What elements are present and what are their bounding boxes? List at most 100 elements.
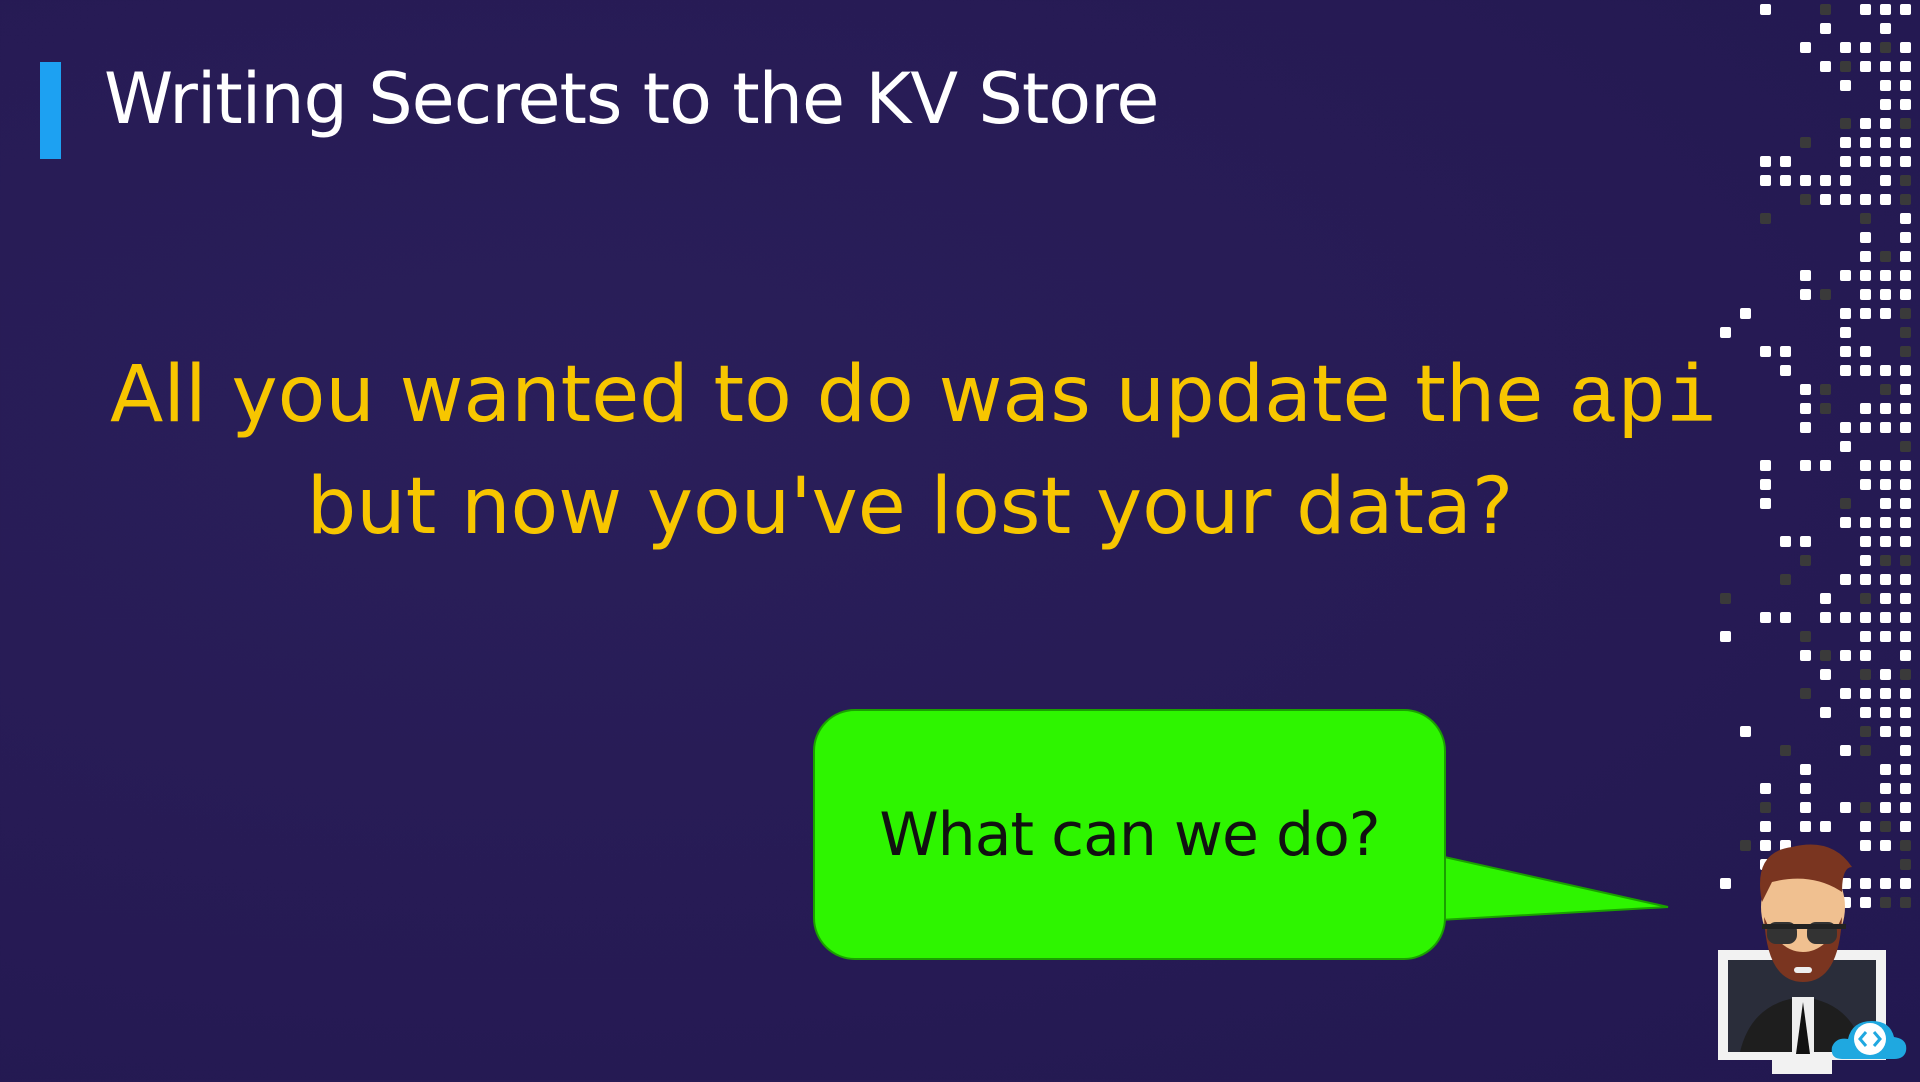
- pixel-dot: [1860, 42, 1871, 53]
- pixel-dot: [1880, 479, 1891, 490]
- pixel-dot: [1900, 403, 1911, 414]
- pixel-dot: [1800, 460, 1811, 471]
- pixel-dot: [1840, 42, 1851, 53]
- pixel-dot: [1800, 194, 1811, 205]
- pixel-dot: [1900, 422, 1911, 433]
- pixel-dot: [1760, 156, 1771, 167]
- pixel-dot: [1780, 346, 1791, 357]
- pixel-dot: [1860, 688, 1871, 699]
- pixel-dot: [1840, 441, 1851, 452]
- pixel-dot: [1800, 175, 1811, 186]
- pixel-dot: [1880, 194, 1891, 205]
- pixel-dot: [1800, 555, 1811, 566]
- pixel-dot: [1760, 346, 1771, 357]
- pixel-dot: [1880, 270, 1891, 281]
- pixel-dot: [1780, 175, 1791, 186]
- pixel-dot: [1860, 593, 1871, 604]
- pixel-dot: [1860, 308, 1871, 319]
- pixel-dot: [1860, 61, 1871, 72]
- pixel-dot: [1800, 270, 1811, 281]
- pixel-dot: [1880, 707, 1891, 718]
- pixel-dot: [1860, 4, 1871, 15]
- pixel-dot: [1800, 289, 1811, 300]
- pixel-dot: [1840, 156, 1851, 167]
- pixel-dot: [1880, 783, 1891, 794]
- pixel-dot: [1900, 764, 1911, 775]
- pixel-dot: [1880, 99, 1891, 110]
- pixel-dot: [1860, 137, 1871, 148]
- pixel-dot: [1880, 764, 1891, 775]
- pixel-dot: [1840, 802, 1851, 813]
- pixel-dot: [1840, 574, 1851, 585]
- pixel-dot: [1840, 745, 1851, 756]
- pixel-dot: [1780, 156, 1791, 167]
- pixel-dot: [1860, 745, 1871, 756]
- pixel-dot: [1880, 593, 1891, 604]
- pixel-dot: [1760, 498, 1771, 509]
- pixel-dot: [1840, 194, 1851, 205]
- pixel-dot: [1880, 384, 1891, 395]
- pixel-dot: [1760, 479, 1771, 490]
- pixel-dot: [1900, 498, 1911, 509]
- pixel-dot: [1820, 4, 1831, 15]
- pixel-dot: [1820, 612, 1831, 623]
- pixel-dot: [1840, 80, 1851, 91]
- pixel-dot: [1900, 726, 1911, 737]
- pixel-dot: [1860, 536, 1871, 547]
- pixel-dot: [1860, 726, 1871, 737]
- pixel-dot: [1900, 479, 1911, 490]
- pixel-dot: [1820, 61, 1831, 72]
- pixel-dot: [1880, 175, 1891, 186]
- pixel-dot: [1860, 631, 1871, 642]
- pixel-dot: [1900, 61, 1911, 72]
- pixel-dot: [1880, 517, 1891, 528]
- pixel-dot: [1860, 802, 1871, 813]
- pixel-dot: [1720, 593, 1731, 604]
- pixel-dot: [1840, 61, 1851, 72]
- pixel-dot: [1860, 346, 1871, 357]
- pixel-dot: [1800, 764, 1811, 775]
- pixel-dot: [1860, 612, 1871, 623]
- pixel-dot: [1880, 137, 1891, 148]
- pixel-dot: [1860, 118, 1871, 129]
- pixel-dot: [1900, 213, 1911, 224]
- pixel-dot: [1880, 403, 1891, 414]
- pixel-dot: [1880, 631, 1891, 642]
- pixel-dot: [1900, 517, 1911, 528]
- pixel-dot: [1860, 479, 1871, 490]
- pixel-dot: [1900, 441, 1911, 452]
- pixel-dot: [1900, 669, 1911, 680]
- pixel-dot: [1760, 460, 1771, 471]
- pixel-dot: [1820, 384, 1831, 395]
- pixel-dot: [1900, 346, 1911, 357]
- cloud-code-logo: [1831, 1021, 1907, 1059]
- pixel-dot: [1900, 612, 1911, 623]
- pixel-dot: [1840, 365, 1851, 376]
- pixel-dot-pattern: [1720, 4, 1911, 908]
- pixel-dot: [1900, 137, 1911, 148]
- pixel-dot: [1900, 327, 1911, 338]
- pixel-dot: [1840, 118, 1851, 129]
- pixel-dot: [1880, 498, 1891, 509]
- pixel-dot: [1880, 289, 1891, 300]
- pixel-dot: [1800, 650, 1811, 661]
- pixel-dot: [1780, 574, 1791, 585]
- pixel-dot: [1900, 593, 1911, 604]
- speech-bubble-text: What can we do?: [879, 799, 1380, 870]
- pixel-dot: [1900, 156, 1911, 167]
- pixel-dot: [1880, 536, 1891, 547]
- pixel-dot: [1880, 726, 1891, 737]
- pixel-dot: [1880, 118, 1891, 129]
- pixel-dot: [1900, 707, 1911, 718]
- pixel-dot: [1840, 270, 1851, 281]
- pixel-dot: [1900, 118, 1911, 129]
- pixel-dot: [1800, 422, 1811, 433]
- pixel-dot: [1800, 783, 1811, 794]
- pixel-dot: [1880, 612, 1891, 623]
- pixel-dot: [1860, 270, 1871, 281]
- pixel-dot: [1760, 213, 1771, 224]
- pixel-dot: [1860, 650, 1871, 661]
- pixel-dot: [1880, 4, 1891, 15]
- pixel-dot: [1860, 365, 1871, 376]
- pixel-dot: [1880, 251, 1891, 262]
